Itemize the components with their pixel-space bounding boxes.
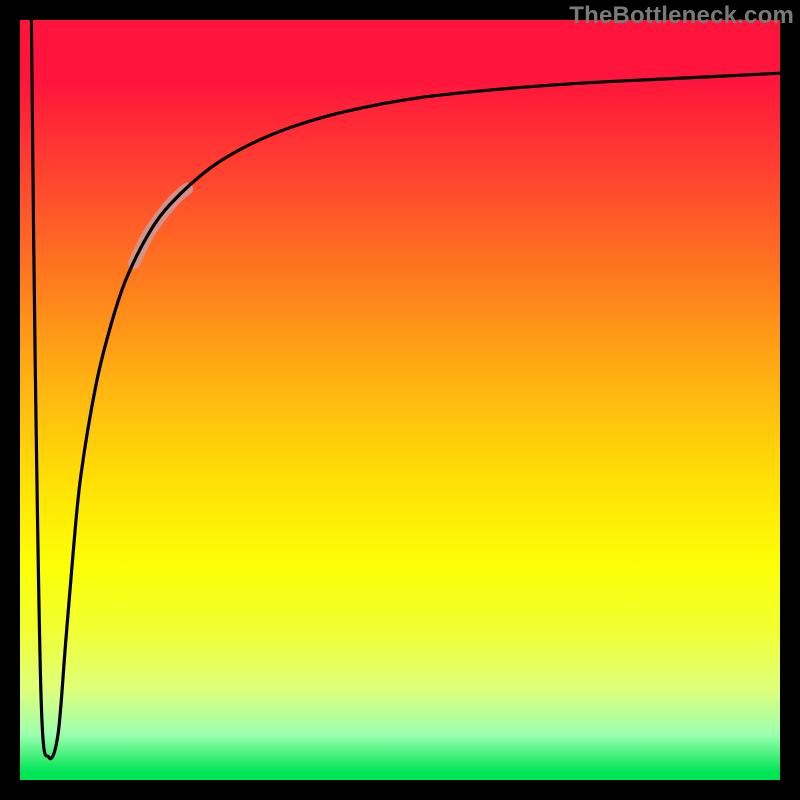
chart-frame: TheBottleneck.com xyxy=(0,0,800,800)
bottleneck-curve xyxy=(31,20,780,759)
chart-svg xyxy=(20,20,780,780)
watermark-label: TheBottleneck.com xyxy=(569,2,794,30)
plot-area xyxy=(20,20,780,780)
highlight-segment xyxy=(134,189,187,263)
